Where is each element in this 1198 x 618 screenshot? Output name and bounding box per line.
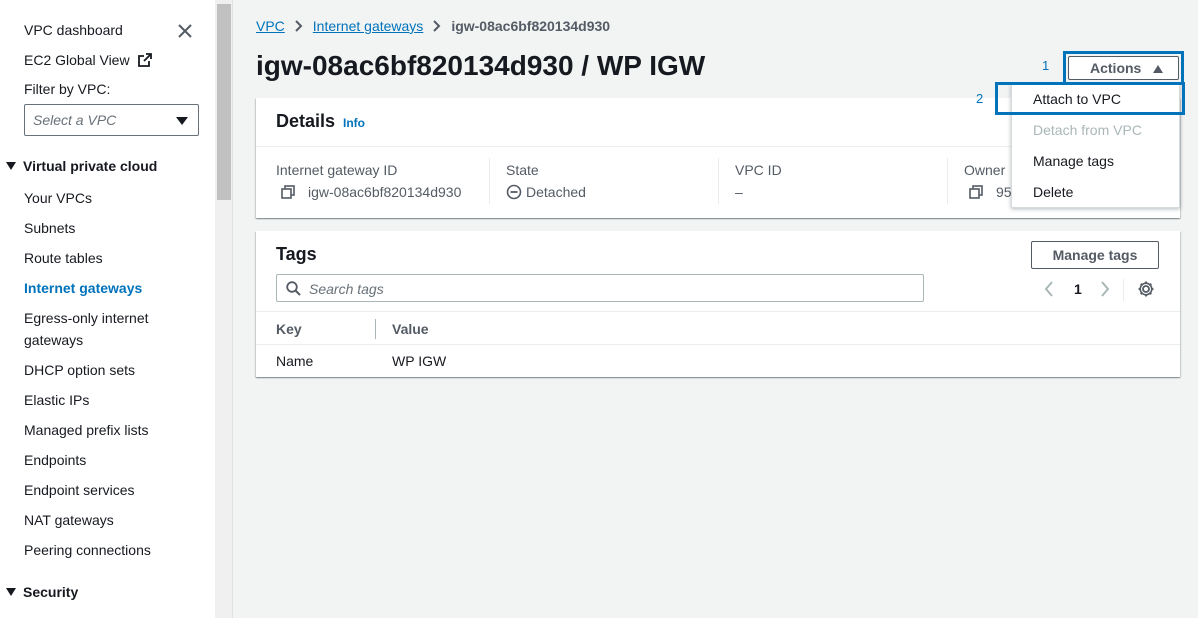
sidebar-item-peering[interactable]: Peering connections: [24, 539, 151, 561]
caret-down-icon: [176, 117, 188, 125]
table-top-divider: [256, 311, 1180, 312]
menu-item-delete[interactable]: Delete: [1033, 184, 1073, 200]
owner-label: Owner: [964, 162, 1006, 178]
vpc-id-value: –: [735, 184, 743, 200]
actions-highlight: Actions: [1063, 51, 1184, 85]
table-header-divider: [256, 344, 1180, 345]
search-icon: [286, 281, 301, 296]
manage-tags-button[interactable]: Manage tags: [1031, 241, 1159, 269]
external-link-icon: [138, 53, 153, 67]
sidebar-item-endpoints[interactable]: Endpoints: [24, 449, 86, 471]
column-divider: [718, 158, 719, 204]
chevron-right-icon[interactable]: [1100, 281, 1110, 297]
page-number[interactable]: 1: [1074, 281, 1082, 297]
state-value: Detached: [526, 184, 586, 200]
chevron-left-icon[interactable]: [1044, 281, 1054, 297]
caret-down-icon: [6, 162, 16, 170]
column-header-value[interactable]: Value: [392, 321, 429, 337]
sidebar-item-egress-line2: gateways: [24, 332, 84, 348]
sidebar-item-egress-line1: Egress-only internet: [24, 310, 149, 326]
callout-number-2: 2: [976, 91, 984, 106]
sidebar-item-dhcp[interactable]: DHCP option sets: [24, 359, 135, 381]
close-icon[interactable]: [176, 22, 194, 40]
menu-item-detach-from-vpc: Detach from VPC: [1033, 122, 1142, 138]
sidebar-item-egress-only[interactable]: Egress-only internet gateways: [24, 307, 149, 351]
sidebar: VPC dashboard EC2 Global View Filter by …: [0, 0, 215, 618]
sidebar-item-your-vpcs[interactable]: Your VPCs: [24, 187, 92, 209]
sidebar-vpc-dashboard[interactable]: VPC dashboard: [24, 22, 123, 38]
sidebar-item-internet-gateways[interactable]: Internet gateways: [24, 277, 142, 299]
copy-icon[interactable]: [969, 185, 983, 199]
actions-button[interactable]: Actions: [1068, 56, 1179, 80]
menu-item-manage-tags[interactable]: Manage tags: [1033, 153, 1114, 169]
sidebar-section-vpc-label: Virtual private cloud: [23, 158, 158, 174]
filter-by-vpc-label: Filter by VPC:: [24, 81, 111, 97]
status-stopped-icon: [506, 184, 522, 200]
sidebar-item-subnets[interactable]: Subnets: [24, 217, 75, 239]
vpc-id-label: VPC ID: [735, 162, 782, 178]
search-tags-input[interactable]: Search tags: [276, 274, 924, 302]
details-info-link[interactable]: Info: [343, 116, 365, 130]
pagination-divider: [1123, 279, 1124, 301]
breadcrumb-internet-gateways[interactable]: Internet gateways: [313, 18, 424, 34]
caret-up-icon: [1153, 65, 1163, 73]
vpc-filter-select[interactable]: Select a VPC: [24, 104, 199, 136]
igw-id-label: Internet gateway ID: [276, 162, 398, 178]
chevron-right-icon: [433, 20, 441, 32]
igw-id-value: igw-08ac6bf820134d930: [308, 184, 462, 200]
sidebar-item-elastic-ips[interactable]: Elastic IPs: [24, 389, 89, 411]
sidebar-ec2-global-view-label: EC2 Global View: [24, 52, 130, 68]
sidebar-section-security-label: Security: [23, 584, 79, 600]
sidebar-section-security[interactable]: Security: [6, 584, 78, 600]
vpc-filter-placeholder: Select a VPC: [33, 112, 117, 128]
column-divider: [947, 158, 948, 204]
search-placeholder: Search tags: [309, 281, 384, 297]
breadcrumb-current: igw-08ac6bf820134d930: [451, 18, 611, 34]
sidebar-scrollbar[interactable]: [215, 0, 233, 618]
sidebar-item-nat-gateways[interactable]: NAT gateways: [24, 509, 114, 531]
sidebar-ec2-global-view[interactable]: EC2 Global View: [24, 52, 153, 68]
details-title: Details: [276, 111, 336, 131]
caret-down-icon: [6, 588, 16, 596]
sidebar-item-endpoint-services[interactable]: Endpoint services: [24, 479, 135, 501]
tag-value-cell: WP IGW: [392, 353, 447, 369]
attach-highlight: [995, 82, 1185, 115]
page-title: igw-08ac6bf820134d930 / WP IGW: [256, 50, 706, 81]
column-resizer[interactable]: [375, 319, 376, 339]
gear-icon[interactable]: [1137, 280, 1155, 298]
breadcrumb: VPC Internet gateways igw-08ac6bf820134d…: [256, 18, 610, 34]
scrollbar-thumb[interactable]: [217, 4, 231, 200]
copy-icon[interactable]: [281, 185, 295, 199]
sidebar-item-prefix-lists[interactable]: Managed prefix lists: [24, 419, 149, 441]
tags-title: Tags: [276, 244, 317, 264]
breadcrumb-vpc[interactable]: VPC: [256, 18, 285, 34]
chevron-right-icon: [295, 20, 303, 32]
column-header-key[interactable]: Key: [276, 321, 302, 337]
actions-button-label: Actions: [1090, 60, 1142, 76]
callout-number-1: 1: [1042, 58, 1050, 73]
column-divider: [489, 158, 490, 204]
sidebar-item-route-tables[interactable]: Route tables: [24, 247, 103, 269]
tag-key-cell: Name: [276, 353, 314, 369]
owner-value: 95: [996, 184, 1012, 200]
sidebar-section-vpc[interactable]: Virtual private cloud: [6, 158, 157, 174]
state-label: State: [506, 162, 539, 178]
tags-panel: Tags Manage tags Search tags 1 Key Value…: [256, 231, 1180, 377]
